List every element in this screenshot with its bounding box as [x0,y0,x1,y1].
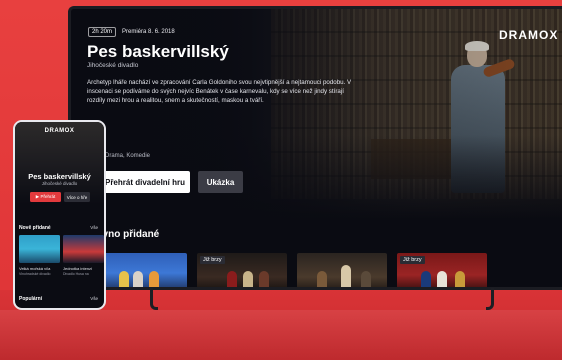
premiere-date: Premiéra 8. 6. 2018 [122,29,175,35]
tv-stand-right [486,288,494,310]
phone-title: Pes baskervillský [28,172,91,181]
page-title: Pes baskervillský [87,42,229,61]
meta-row: 2h 20m Premiéra 8. 6. 2018 [88,27,175,37]
show-card[interactable] [297,253,387,287]
phone-section-popular: Populární [19,296,43,302]
phone-section-new: Nově přidané [19,225,51,231]
phone-new-row [19,235,104,263]
duration-badge: 2h 20m [88,27,117,37]
phone-show-card[interactable] [63,235,104,263]
show-card[interactable]: Již brzy [197,253,287,287]
phone-card-subtitle: Divadlo Husa na [63,272,89,276]
phone-info-button[interactable]: Více o hře [64,192,90,202]
show-card[interactable] [97,253,187,287]
phone-see-all-new[interactable]: Vše [90,225,98,230]
phone-card-title: Jednotka intenzi [63,266,92,271]
tv-stand-left [150,288,158,310]
section-title-recently-added: ávno přidané [97,229,160,240]
theatre-name: Jihočeské divadlo [87,62,139,69]
play-button[interactable]: Přehrát divadelní hru [100,171,190,193]
phone-play-button[interactable]: ▶ Přehrát [30,192,61,202]
floor-reflection [0,310,562,360]
phone-card-title: Velká mořská víla [19,266,51,271]
phone-card-subtitle: Vinohradské divadlo [19,272,51,276]
phone-show-card[interactable] [19,235,60,263]
show-card[interactable]: Již brzy [397,253,487,287]
brand-logo: DRAMOX [499,28,559,42]
phone-device: DRAMOX Pes baskervillský Jihočeské divad… [13,120,106,310]
coming-soon-badge: Již brzy [400,256,425,264]
tv-screen: DRAMOX 2h 20m Premiéra 8. 6. 2018 Pes ba… [68,6,562,290]
phone-brand-logo: DRAMOX [44,128,75,134]
recently-added-row: Již brzy Již brzy [97,253,487,287]
phone-subtitle: Jihočeské divadlo [41,181,78,186]
phone-see-all-popular[interactable]: Vše [90,296,98,301]
genres: Drama, Komedie [105,153,151,159]
coming-soon-badge: Již brzy [200,256,225,264]
trailer-button[interactable]: Ukázka [198,171,243,193]
description: Archetyp lháře nachází ve zpracování Car… [87,79,352,104]
